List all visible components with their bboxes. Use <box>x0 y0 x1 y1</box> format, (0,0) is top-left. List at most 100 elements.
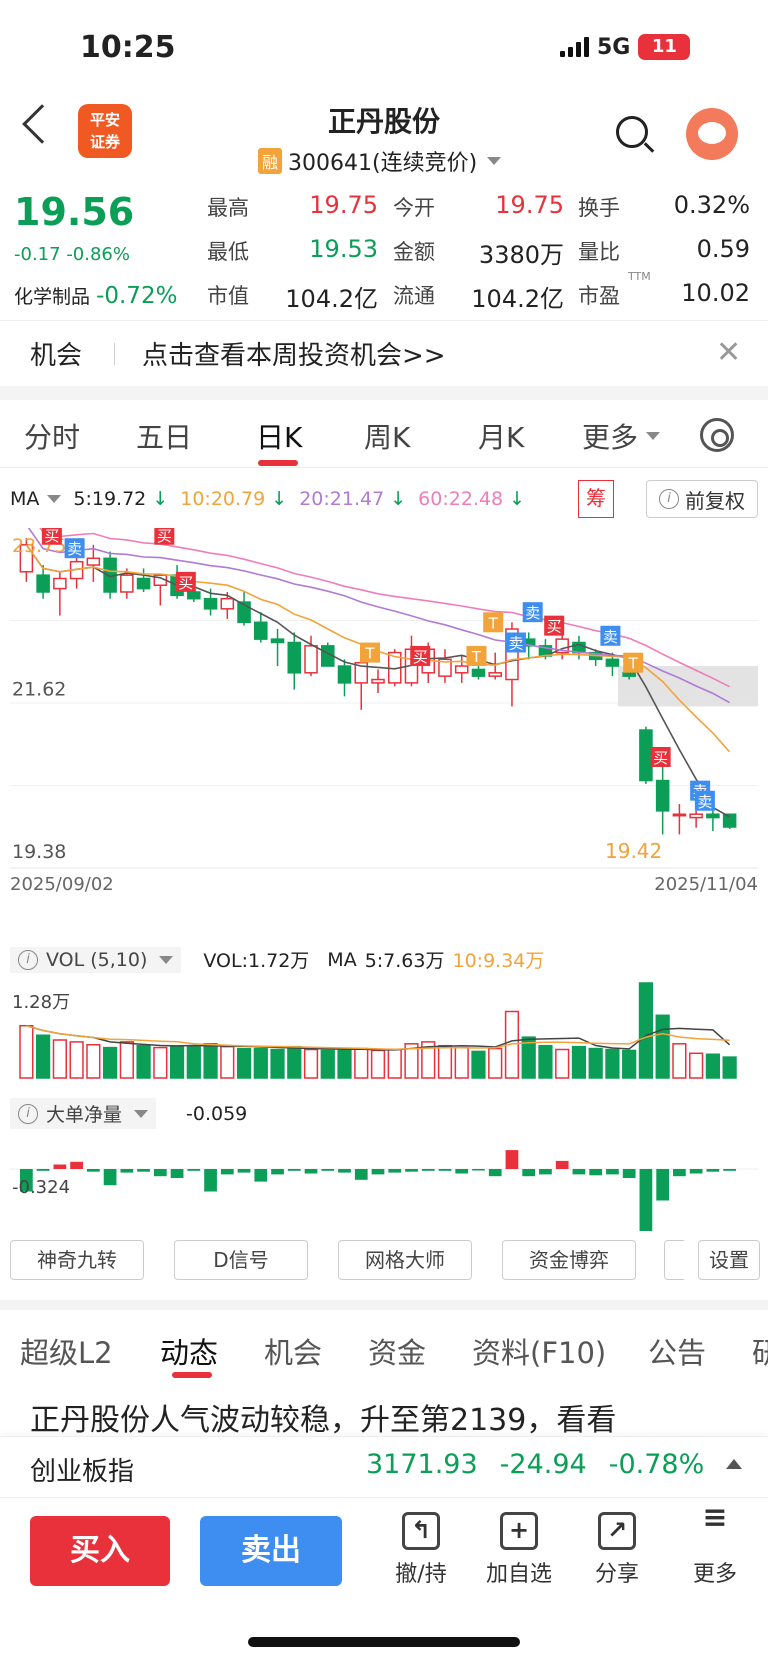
buy-button[interactable]: 买入 <box>30 1516 170 1586</box>
divider <box>0 386 768 400</box>
sector-change[interactable]: 化学制品 -0.72% <box>14 282 177 309</box>
ma5-value: 5:19.72 ↓ <box>73 488 169 510</box>
candle-body <box>86 557 101 566</box>
big-order-bar <box>137 1169 150 1172</box>
adjust-mode-button[interactable]: i 前复权 <box>646 480 758 518</box>
low-marker: 19.42 <box>605 839 662 863</box>
assistant-avatar[interactable] <box>686 108 738 160</box>
share-button[interactable]: ↗ 分享 <box>572 1512 662 1588</box>
tab-more[interactable]: 更多 <box>582 416 661 456</box>
float-cap-label: 流通 <box>393 284 435 308</box>
candlestick-chart[interactable]: 23.7521.6219.38 19.422025/09/02 2025/11/04… <box>10 528 758 938</box>
volume-bar <box>320 1049 335 1079</box>
indicator-button-fund-game[interactable]: 资金博弈 <box>502 1240 636 1280</box>
big-order-bar <box>103 1169 117 1186</box>
battery-icon: 11 <box>638 34 691 60</box>
candle-body <box>655 779 670 812</box>
pe-ttm-sup: TTM <box>628 270 651 283</box>
big-order-bar <box>472 1169 485 1171</box>
indicator-button-hidden[interactable] <box>664 1240 684 1280</box>
indicator-button-grid-master[interactable]: 网格大师 <box>338 1240 472 1280</box>
y-label: 19.38 <box>12 841 66 863</box>
ma-legend[interactable]: MA 5:19.72 ↓ 10:20.79 ↓ 20:21.47 ↓ 60:22… <box>10 488 525 510</box>
opportunity-banner[interactable]: 机会 点击查看本周投资机会>> ✕ <box>0 320 768 386</box>
volume-bar <box>69 1041 84 1079</box>
tab-daily-k[interactable]: 日K <box>256 416 302 456</box>
candle-body <box>639 729 653 782</box>
big-order-y-label: -0.324 <box>12 1177 70 1198</box>
more-button[interactable]: ≡ 更多 <box>670 1500 760 1588</box>
volume-bar <box>220 1045 235 1079</box>
volume-chart[interactable]: 1.28万 <box>10 978 758 1082</box>
signal-marker-label: 买 <box>547 618 562 636</box>
y-label: 21.62 <box>12 678 66 700</box>
big-order-bar <box>388 1169 402 1173</box>
volume-bar <box>454 1046 469 1079</box>
stock-code-selector[interactable]: 融 300641(连续竞价) <box>258 145 502 177</box>
chart-period-tabs: 分时 五日 日K 周K 月K 更多 <box>0 402 768 468</box>
chevron-up-icon[interactable] <box>726 1459 743 1469</box>
volume-selector[interactable]: i VOL (5,10) <box>10 946 182 973</box>
indicator-settings-button[interactable]: 设置 <box>698 1240 760 1280</box>
volume-label: VOL (5,10) <box>46 948 148 971</box>
tab-five-day[interactable]: 五日 <box>136 416 192 456</box>
tab-research[interactable]: 研 <box>752 1330 768 1372</box>
sector-name: 化学制品 <box>14 286 91 308</box>
volume-bar <box>471 1050 486 1079</box>
big-order-bar <box>622 1169 636 1178</box>
signal-icon <box>560 37 589 57</box>
chip-distribution-button[interactable]: 筹 <box>578 480 614 518</box>
volume-bar <box>571 1045 587 1079</box>
tab-f10[interactable]: 资料(F10) <box>472 1330 606 1372</box>
candle-body <box>622 672 636 677</box>
tab-intraday[interactable]: 分时 <box>24 416 80 456</box>
tab-news[interactable]: 动态 <box>160 1330 218 1372</box>
sell-button[interactable]: 卖出 <box>200 1516 342 1586</box>
tab-opportunity[interactable]: 机会 <box>264 1330 322 1372</box>
big-order-bar <box>455 1169 469 1174</box>
gear-icon[interactable] <box>700 418 734 452</box>
tab-super-l2[interactable]: 超级L2 <box>20 1330 113 1372</box>
big-order-bar <box>488 1169 502 1177</box>
cancel-hold-button[interactable]: ↰ 撤/持 <box>376 1512 466 1588</box>
big-order-bar <box>321 1169 335 1171</box>
tab-announcements[interactable]: 公告 <box>648 1330 706 1372</box>
candle-body <box>270 638 285 644</box>
big-order-bar <box>338 1169 351 1173</box>
add-watchlist-button[interactable]: + 加自选 <box>474 1512 564 1588</box>
volume-bar <box>253 1047 268 1079</box>
ma20-value: 20:21.47 ↓ <box>299 488 407 510</box>
chevron-down-icon <box>487 157 502 165</box>
volume-bar <box>337 1049 352 1079</box>
news-headline[interactable]: 正丹股份人气波动较稳，升至第2139，看看 <box>30 1395 768 1439</box>
menu-icon: ≡ <box>702 1500 728 1535</box>
pe-value: 10.02 <box>681 279 750 307</box>
big-order-chart[interactable]: -0.324 <box>10 1125 758 1231</box>
signal-marker-label: 买 <box>157 528 172 545</box>
indicator-button-d-signal[interactable]: D信号 <box>174 1240 308 1280</box>
candle-body <box>220 597 235 610</box>
tab-weekly-k[interactable]: 周K <box>364 416 410 456</box>
tab-more-label: 更多 <box>582 421 639 454</box>
big-order-bar <box>271 1169 284 1175</box>
tab-funds[interactable]: 资金 <box>368 1330 426 1372</box>
close-icon[interactable]: ✕ <box>716 335 741 370</box>
tab-monthly-k[interactable]: 月K <box>478 416 524 456</box>
signal-marker-label: T <box>488 614 499 632</box>
big-order-bar <box>421 1169 435 1171</box>
volume-value: VOL:1.72万 <box>203 950 310 972</box>
status-time: 10:25 <box>80 30 176 65</box>
float-cap-value: 104.2亿 <box>471 285 564 313</box>
big-order-label: 大单净量 <box>46 1104 123 1126</box>
indicator-button-jiuzhuan[interactable]: 神奇九转 <box>10 1240 144 1280</box>
volume-ratio-label: 量比 <box>578 240 620 264</box>
volume-bar <box>689 1052 704 1079</box>
search-icon[interactable] <box>616 116 648 148</box>
big-order-bar <box>304 1169 318 1174</box>
ma-selector[interactable]: MA <box>10 488 62 510</box>
signal-marker-label: 卖 <box>508 634 523 652</box>
big-order-bar <box>237 1169 251 1173</box>
opportunity-link[interactable]: 点击查看本周投资机会>> <box>142 335 446 372</box>
index-ticker[interactable]: 创业板指 3171.93 -24.94 -0.78% <box>0 1436 768 1498</box>
volume-bar <box>136 1044 151 1079</box>
